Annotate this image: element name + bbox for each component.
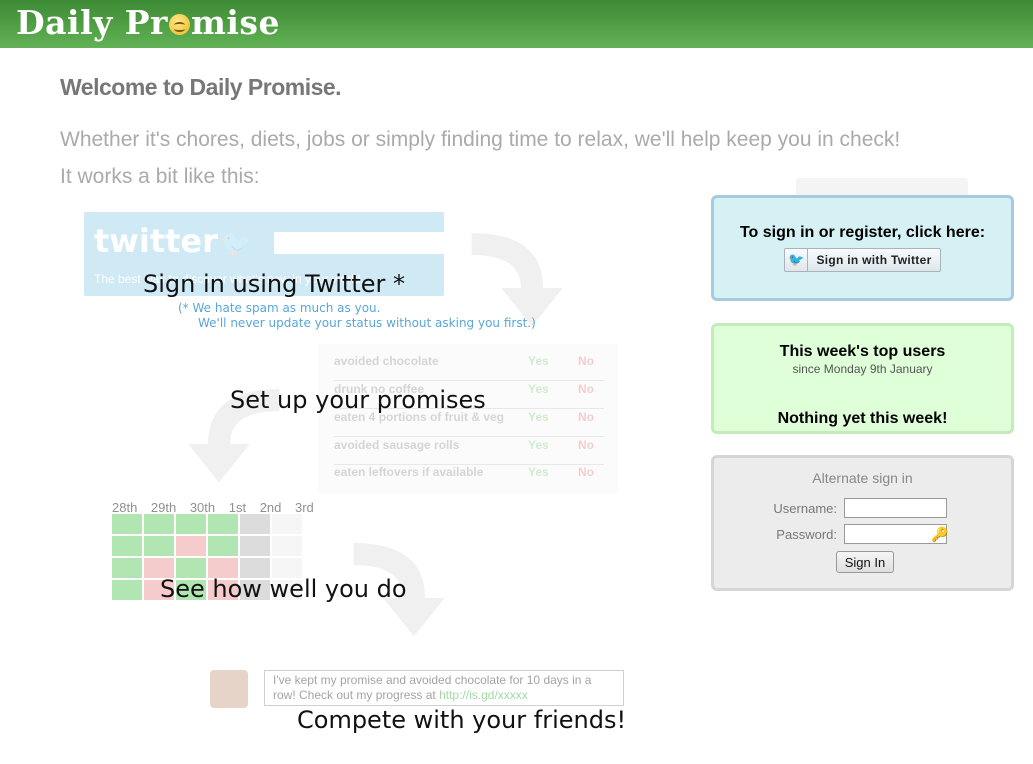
step-sign-in-twitter: Sign in using Twitter *: [143, 270, 406, 298]
twitter-button-label: Sign in with Twitter: [816, 253, 932, 267]
promise-row: avoided sausage rolls Yes No: [334, 438, 604, 465]
top-users-panel: This week's top users since Monday 9th J…: [711, 323, 1014, 434]
sign-in-with-twitter-button[interactable]: 🐦 Sign in with Twitter: [784, 248, 941, 272]
promise-row: eaten 4 portions of fruit & veg Yes No: [334, 410, 604, 437]
step-compete: Compete with your friends!: [297, 706, 627, 734]
intro-text: Whether it's chores, diets, jobs or simp…: [60, 128, 901, 151]
site-header: Daily Pr mise: [0, 0, 1033, 48]
avatar: [210, 670, 248, 708]
key-icon[interactable]: 🔑: [931, 526, 948, 543]
password-row: Password: 🔑: [714, 524, 1011, 546]
spam-note-line2: We'll never update your status without a…: [198, 316, 536, 330]
username-label: Username:: [773, 501, 837, 516]
signin-panel-title: To sign in or register, click here:: [739, 224, 986, 241]
logo-text-right: mise: [190, 3, 280, 42]
top-users-title: This week's top users: [779, 343, 946, 360]
welcome-heading: Welcome to Daily Promise.: [60, 74, 342, 100]
twitter-bird-icon: 🐦: [785, 249, 809, 271]
promise-row: avoided chocolate Yes No: [334, 354, 604, 381]
top-users-since: since Monday 9th January: [792, 362, 933, 376]
twitter-bird-icon: 🐦: [220, 228, 253, 258]
calendar-days: 28th 29th 30th 1st 2nd 3rd: [112, 500, 314, 515]
spam-note-line1: (* We hate spam as much as you.: [178, 301, 381, 315]
step-see-progress: See how well you do: [160, 575, 407, 603]
tweet-screenshot: I've kept my promise and avoided chocola…: [202, 664, 632, 712]
logo-text-left: Daily Pr: [16, 3, 168, 42]
alternate-signin-title: Alternate sign in: [812, 470, 913, 486]
username-row: Username:: [714, 498, 1011, 520]
signin-panel: To sign in or register, click here: 🐦 Si…: [711, 195, 1014, 301]
sign-in-button[interactable]: Sign In: [836, 551, 894, 573]
alternate-signin-panel: Alternate sign in Username: Password: 🔑 …: [711, 455, 1014, 591]
promise-row: eaten leftovers if available Yes No: [334, 465, 594, 479]
twitter-search-box: [274, 232, 444, 254]
smiley-icon: [168, 14, 190, 35]
promises-screenshot: avoided chocolate Yes No drunk no coffee Ye…: [318, 344, 618, 494]
intro-text-2: It works a bit like this:: [60, 165, 260, 188]
top-users-empty-message: Nothing yet this week!: [777, 410, 948, 427]
site-logo[interactable]: Daily Pr mise: [16, 2, 280, 44]
step-set-up-promises: Set up your promises: [230, 386, 486, 414]
twitter-wordmark: twitter: [94, 222, 218, 260]
username-input[interactable]: [844, 498, 947, 518]
password-label: Password:: [776, 527, 837, 542]
tweet-bubble: I've kept my promise and avoided chocola…: [264, 670, 624, 706]
